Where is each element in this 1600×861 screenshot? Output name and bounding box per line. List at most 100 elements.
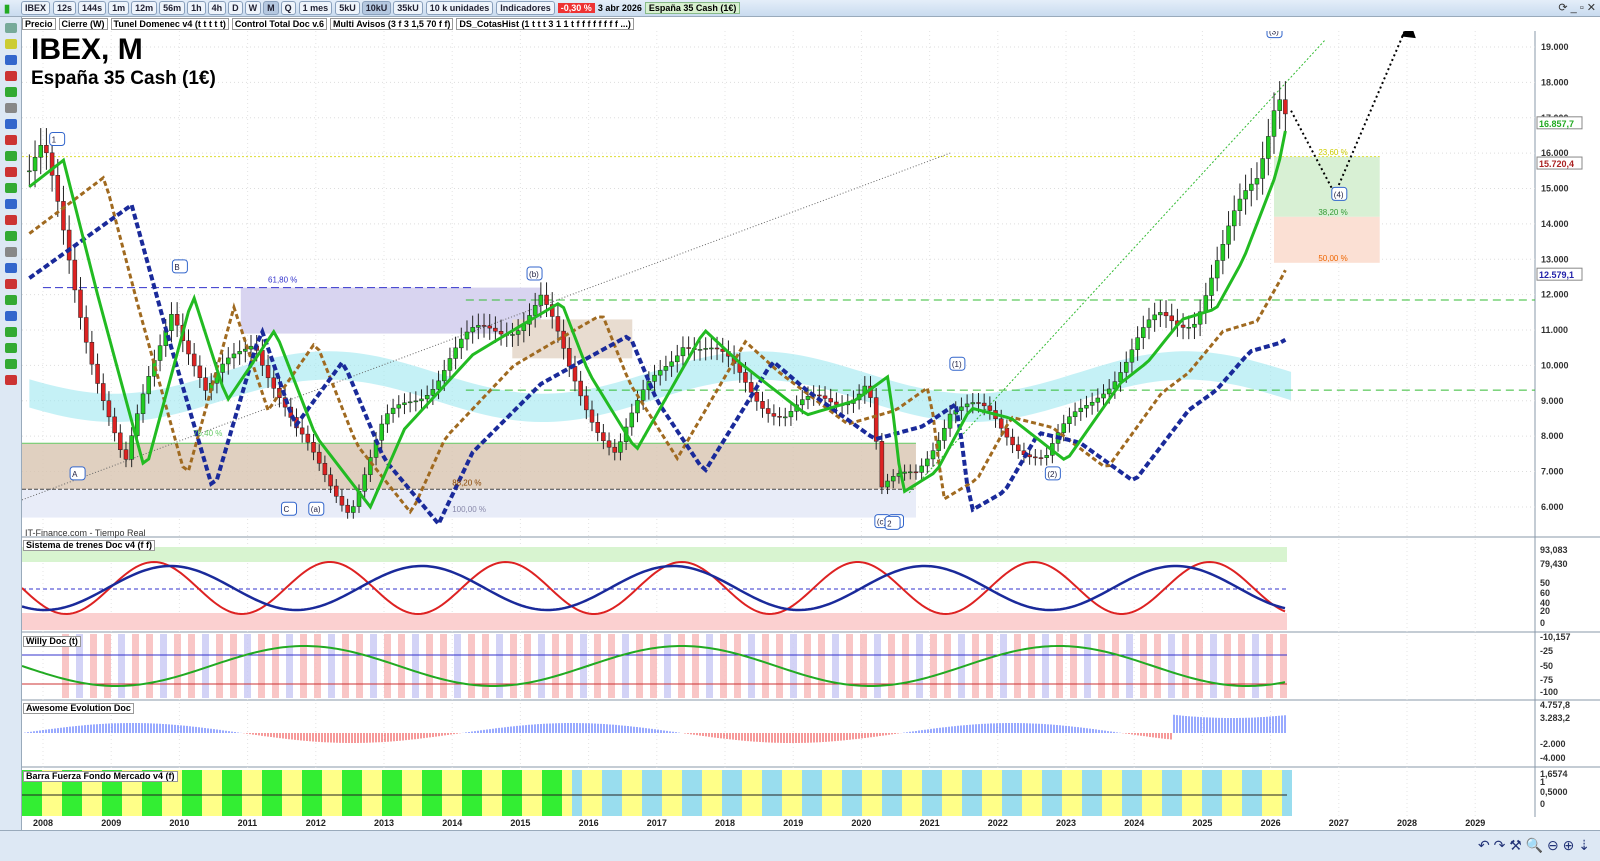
overlay-item[interactable]: Tunel Domenec v4 (t t t t t) [110,18,229,30]
drawing-tool-icon[interactable] [4,263,17,273]
strength-bar [802,770,812,816]
drawing-tool-icon[interactable] [4,343,17,353]
candle [947,413,953,429]
date-label: 3 abr 2026 [597,3,642,13]
drawing-tool-icon[interactable] [4,55,17,65]
willy-bar [860,634,867,698]
timeframe-Q[interactable]: Q [280,1,296,15]
drawing-tool-icon[interactable] [4,247,17,257]
candle [157,345,163,361]
y-tick-label: 7.000 [1541,467,1564,477]
timeframe-D[interactable]: D [228,1,243,15]
units-select[interactable]: 10 k unidades [425,1,494,15]
timeframe-1h[interactable]: 1h [187,1,206,15]
unit-10kU[interactable]: 10kU [361,1,392,15]
timeframe-4h[interactable]: 4h [207,1,227,15]
candle [169,314,174,331]
strength-bar [742,770,752,816]
candle [1101,393,1106,399]
candle [191,353,197,367]
unit-35kU[interactable]: 35kU [393,1,423,15]
drawing-tool-icon[interactable] [4,39,17,49]
drawing-tool-icon[interactable] [4,215,17,225]
drawing-tool-icon[interactable] [4,359,17,369]
drawing-tool-icon[interactable] [4,375,17,385]
timeframe-M[interactable]: M [263,1,279,15]
drawing-tool-icon[interactable] [4,23,17,33]
drawing-tool-icon[interactable] [4,231,17,241]
strength-bar [722,770,732,816]
drawing-tool-icon[interactable] [4,135,17,145]
strength-bar [842,770,852,816]
overlay-item[interactable]: DS_CotasHist (1 t t t 3 1 1 t f f f f f … [456,18,634,30]
timeframe-12m[interactable]: 12m [131,1,158,15]
candle [385,413,390,425]
timeframe-12s[interactable]: 12s [53,1,77,15]
strength-bar [562,770,572,816]
drawing-tool-icon[interactable] [4,199,17,209]
candle [714,347,720,350]
willy-bar [118,634,125,698]
drawing-tool-icon[interactable] [4,295,17,305]
strength-bar [622,770,632,816]
x-tick-label: 2027 [1329,818,1349,828]
unit-5kU[interactable]: 5kU [335,1,360,15]
willy-bar [678,634,685,698]
timeframe-1m[interactable]: 1m [108,1,130,15]
wave-label: (4) [1334,190,1344,199]
strength-bar [492,770,502,816]
overlay-item[interactable]: Multi Avisos (3 f 3 1,5 70 f f) [330,18,454,30]
strength-bar [902,770,912,816]
strength-bar [1172,770,1182,816]
overlay-item[interactable]: Control Total Doc v.6 [231,18,328,30]
drawing-tool-icon[interactable] [4,183,17,193]
period-select[interactable]: 1 mes [298,1,333,15]
window-controls[interactable]: ⟳ _ ▫ ✕ [1558,1,1596,14]
drawing-tool-icon[interactable] [4,311,17,321]
drawing-tool-icon[interactable] [4,71,17,81]
candle [83,317,89,343]
strength-bar [202,770,212,816]
drawing-tool-icon[interactable] [4,119,17,129]
strength-bar [772,770,782,816]
instrument-label: España 35 Cash (1€) [644,2,741,14]
strength-bar [302,770,312,816]
timeframe-W[interactable]: W [244,1,262,15]
drawing-tool-icon[interactable] [4,167,17,177]
strength-bar [672,770,682,816]
panel-axis-label: 0 [1540,618,1545,628]
strength-bar [952,770,962,816]
candle [652,374,657,382]
price-chart[interactable]: 19.000 18.000 1 7.000 1 6.000 15.000 14.000 13.0… [22,31,1600,830]
drawing-tool-icon[interactable] [4,87,17,97]
candle [487,325,492,329]
candle [419,398,424,402]
willy-bar [286,634,293,698]
strength-bar [912,770,922,816]
drawing-tool-icon[interactable] [4,103,17,113]
candle [510,334,515,336]
symbol-select[interactable]: IBEX [21,1,51,15]
candle [248,345,254,350]
candle [538,294,544,306]
overlay-item[interactable]: Cierre (W) [58,18,108,30]
strength-bar [352,770,362,816]
drawing-tool-icon[interactable] [4,151,17,161]
indicators-button[interactable]: Indicadores [496,1,555,15]
candle [998,418,1004,429]
drawing-tool-icon[interactable] [4,327,17,337]
candle [1249,183,1254,191]
zoom-controls[interactable]: ↶ ↷ ⚒ 🔍 ⊖ ⊕ ⇣ [1478,837,1590,854]
timeframe-56m[interactable]: 56m [159,1,186,15]
chart-type-icon[interactable]: ▮ [4,2,18,15]
willy-bar [510,634,517,698]
overlay-item[interactable]: Precio [22,18,56,30]
strength-bar [762,770,772,816]
strength-bar [552,770,562,816]
timeframe-144s[interactable]: 144s [78,1,107,15]
candle [368,457,373,475]
candle [1027,454,1032,458]
willy-bar [1070,634,1077,698]
drawing-tool-icon[interactable] [4,279,17,289]
strength-bar [282,770,292,816]
